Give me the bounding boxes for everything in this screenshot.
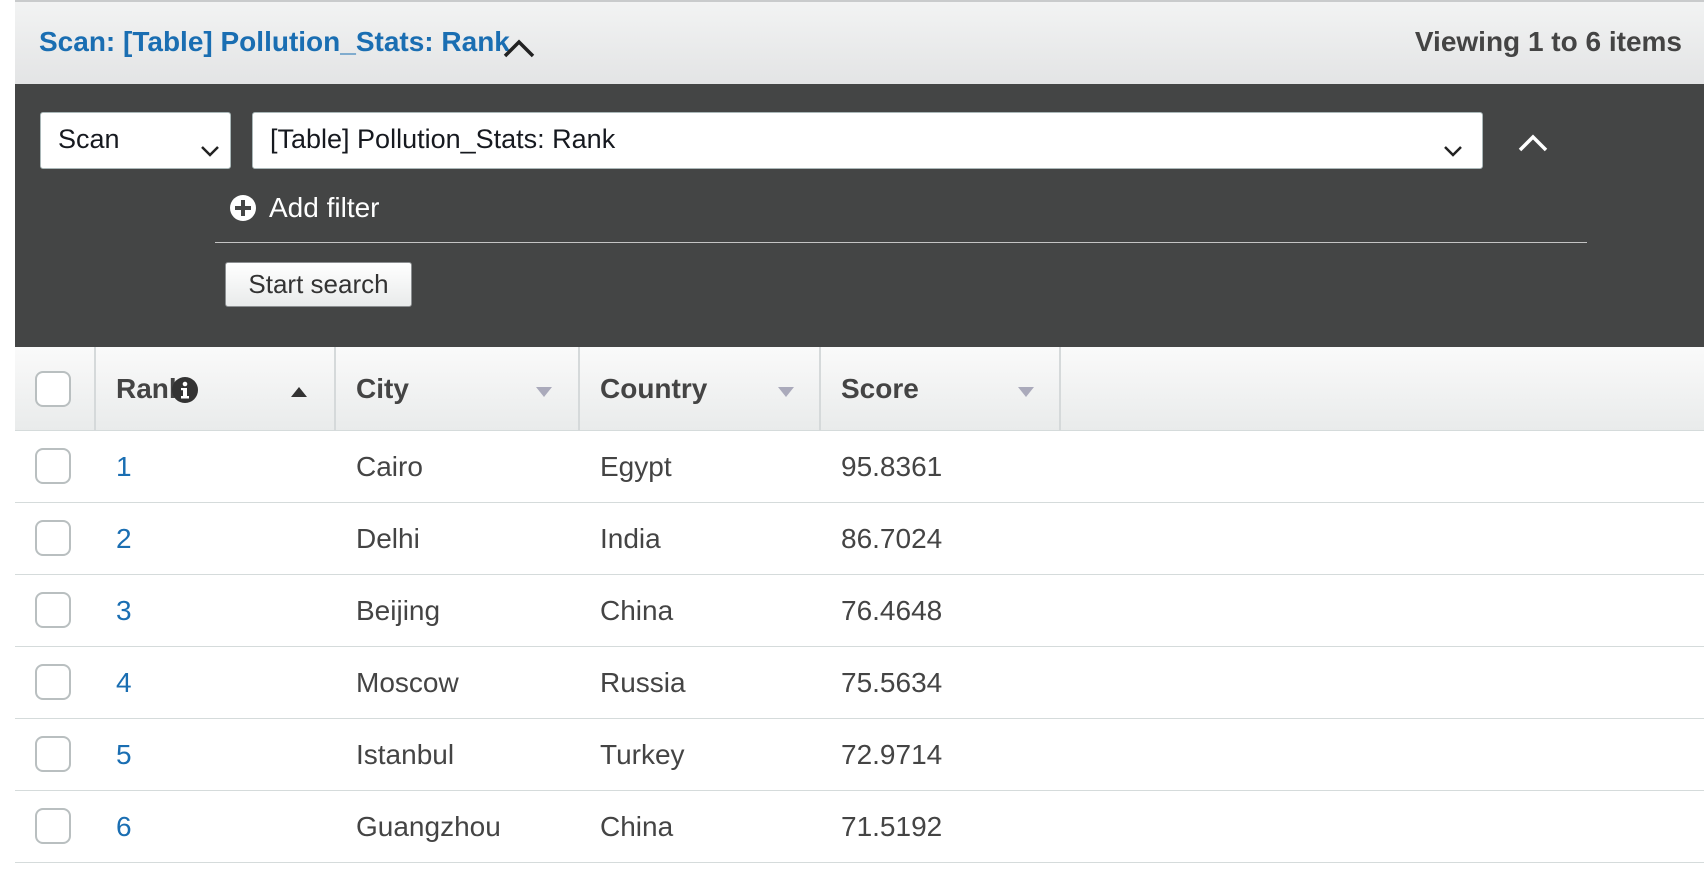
row-checkbox[interactable]: [35, 520, 71, 556]
table-row[interactable]: 6 Guangzhou China 71.5192: [15, 791, 1704, 863]
row-checkbox[interactable]: [35, 736, 71, 772]
search-panel: Scan [Table] Pollution_Stats: Rank Add f…: [15, 84, 1704, 347]
country-cell: Egypt: [600, 451, 672, 482]
rank-cell[interactable]: 1: [116, 451, 132, 483]
score-cell: 95.8361: [841, 451, 943, 482]
column-header-rank[interactable]: Rank: [96, 347, 336, 431]
row-checkbox[interactable]: [35, 808, 71, 844]
start-search-button[interactable]: Start search: [225, 262, 412, 307]
divider: [215, 242, 1587, 243]
rank-cell[interactable]: 6: [116, 811, 132, 843]
city-cell: Istanbul: [356, 739, 455, 770]
table-select-value: [Table] Pollution_Stats: Rank: [270, 124, 616, 154]
score-cell: 75.5634: [841, 667, 943, 698]
operation-select-value: Scan: [58, 124, 120, 154]
operation-select[interactable]: Scan: [40, 112, 231, 169]
column-header-city[interactable]: City: [336, 347, 580, 431]
score-cell: 76.4648: [841, 595, 943, 626]
chevron-up-icon[interactable]: [499, 32, 539, 64]
country-cell: Turkey: [600, 739, 685, 770]
table-row[interactable]: 2 Delhi India 86.7024: [15, 503, 1704, 575]
table-row[interactable]: 4 Moscow Russia 75.5634: [15, 647, 1704, 719]
score-cell: 86.7024: [841, 523, 943, 554]
city-cell: Guangzhou: [356, 811, 501, 842]
score-cell: 71.5192: [841, 811, 943, 842]
row-checkbox[interactable]: [35, 664, 71, 700]
sort-ascending-icon: [291, 384, 307, 397]
column-label: Score: [841, 373, 919, 404]
rank-cell[interactable]: 3: [116, 595, 132, 627]
item-count: Viewing 1 to 6 items: [1414, 26, 1682, 57]
select-all-checkbox[interactable]: [35, 371, 71, 407]
add-filter-label: Add filter: [269, 192, 380, 223]
country-cell: India: [600, 523, 661, 554]
plus-circle-icon: [229, 194, 257, 222]
column-header-score[interactable]: Score: [821, 347, 1061, 431]
table-row[interactable]: 1 Cairo Egypt 95.8361: [15, 431, 1704, 503]
table-select[interactable]: [Table] Pollution_Stats: Rank: [252, 112, 1483, 169]
column-label: Country: [600, 373, 708, 404]
scan-results-panel: Scan: [Table] Pollution_Stats: Rank View…: [15, 0, 1704, 871]
country-cell: Russia: [600, 667, 686, 698]
column-label: City: [356, 373, 409, 404]
table-header: Rank City Country Score: [15, 347, 1704, 431]
results-header: Scan: [Table] Pollution_Stats: Rank View…: [15, 0, 1704, 84]
info-icon[interactable]: [171, 376, 199, 404]
row-checkbox[interactable]: [35, 448, 71, 484]
table-row[interactable]: 5 Istanbul Turkey 72.9714: [15, 719, 1704, 791]
collapse-search-icon[interactable]: [1515, 128, 1551, 158]
city-cell: Beijing: [356, 595, 441, 626]
chevron-down-icon: [199, 134, 221, 157]
column-header-country[interactable]: Country: [580, 347, 821, 431]
rank-cell[interactable]: 4: [116, 667, 132, 699]
select-all-column: [15, 347, 96, 431]
city-cell: Delhi: [356, 523, 420, 554]
rank-cell[interactable]: 2: [116, 523, 132, 555]
sort-caret-icon: [536, 384, 552, 397]
country-cell: China: [600, 595, 674, 626]
city-cell: Moscow: [356, 667, 459, 698]
chevron-down-icon: [1442, 134, 1464, 157]
scan-title[interactable]: Scan: [Table] Pollution_Stats: Rank: [39, 26, 510, 58]
sort-caret-icon: [1018, 384, 1034, 397]
rank-cell[interactable]: 5: [116, 739, 132, 771]
table-row[interactable]: 3 Beijing China 76.4648: [15, 575, 1704, 647]
score-cell: 72.9714: [841, 739, 943, 770]
city-cell: Cairo: [356, 451, 423, 482]
sort-caret-icon: [778, 384, 794, 397]
row-checkbox[interactable]: [35, 592, 71, 628]
country-cell: China: [600, 811, 674, 842]
